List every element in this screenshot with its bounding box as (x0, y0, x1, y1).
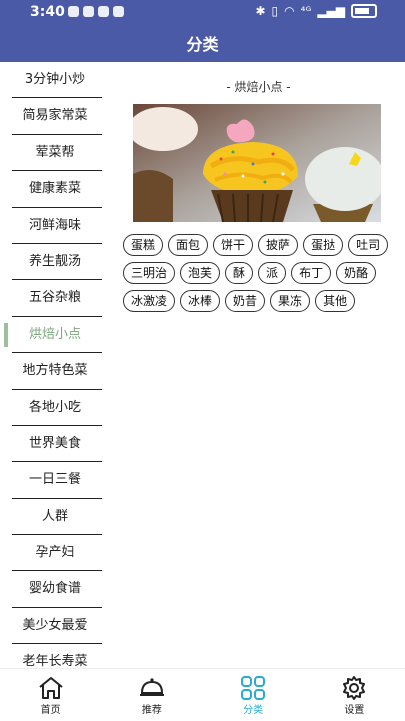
sidebar-item[interactable]: 美少女最爱 (0, 608, 110, 645)
page-title: 分类 (186, 35, 219, 54)
grid-icon (238, 675, 268, 701)
category-content: - 烘焙小点 - 蛋糕 面包 饼干 披萨 蛋挞 吐司 三明治 泡芙 酥 派 布丁… (112, 62, 405, 668)
section-title: - 烘焙小点 - (226, 80, 291, 94)
sidebar-item[interactable]: 世界美食 (0, 426, 110, 463)
nav-category[interactable]: 分类 (203, 669, 304, 721)
cupcake-illustration (133, 104, 381, 222)
gear-icon (339, 675, 369, 701)
sidebar-item[interactable]: 烘焙小点 (0, 317, 110, 354)
status-time: 3:40 (30, 4, 65, 20)
system-icons: ✱ ▯ ◠ ⁴ᴳ ▂▄▆ (255, 4, 377, 18)
sidebar-item[interactable]: 孕产妇 (0, 535, 110, 572)
sidebar-item[interactable]: 3分钟小炒 (0, 62, 110, 99)
sidebar-item[interactable]: 一日三餐 (0, 462, 110, 500)
subcategory-tag[interactable]: 蛋糕 (123, 234, 164, 256)
nav-recommend[interactable]: 推荐 (101, 669, 202, 721)
nav-recommend-label: 推荐 (141, 705, 162, 716)
sidebar-item[interactable]: 健康素菜 (0, 171, 110, 208)
sidebar-item[interactable]: 各地小吃 (0, 390, 110, 427)
category-sidebar[interactable]: 3分钟小炒 简易家常菜 荤菜帮 健康素菜 河鲜海味 养生靓汤 五谷杂粮 烘焙小点 地方特色菜 各地… (0, 62, 110, 668)
nav-settings-label: 设置 (344, 705, 365, 716)
sidebar-item[interactable]: 五谷杂粮 (0, 280, 110, 318)
notification-icons (68, 6, 124, 17)
bluetooth-icon: ✱ (255, 4, 266, 18)
cloche-icon (137, 675, 167, 701)
signal-icon: ▂▄▆ (317, 4, 345, 18)
nav-home[interactable]: 首页 (0, 669, 101, 721)
subcategory-tag[interactable]: 酥 (225, 262, 254, 284)
top-app-bar: 3:40 ✱ ▯ ◠ ⁴ᴳ ▂▄▆ 分类 (0, 0, 405, 62)
subcategory-tag[interactable]: 奶昔 (225, 290, 266, 312)
subcategory-tag[interactable]: 其他 (315, 290, 356, 312)
subcategory-tag[interactable]: 派 (258, 262, 287, 284)
home-icon (36, 675, 66, 701)
wifi-icon: ◠ (284, 4, 295, 18)
sidebar-item[interactable]: 人群 (0, 499, 110, 536)
notification-icon (68, 6, 79, 17)
sidebar-item[interactable]: 荤菜帮 (0, 135, 110, 172)
subcategory-tag[interactable]: 面包 (168, 234, 209, 256)
subcategory-tag[interactable]: 吐司 (348, 234, 389, 256)
sidebar-item[interactable]: 河鲜海味 (0, 208, 110, 245)
sidebar-item[interactable]: 地方特色菜 (0, 353, 110, 390)
vibrate-icon: ▯ (271, 4, 279, 18)
subcategory-tag[interactable]: 冰棒 (180, 290, 221, 312)
subcategory-tag[interactable]: 奶酪 (336, 262, 377, 284)
subcategory-tag[interactable]: 三明治 (123, 262, 176, 284)
subcategory-tag[interactable]: 布丁 (291, 262, 332, 284)
nav-home-label: 首页 (40, 705, 61, 716)
cloud-icon (83, 6, 94, 17)
sidebar-item[interactable]: 养生靓汤 (0, 244, 110, 281)
subcategory-tag[interactable]: 冰激凌 (123, 290, 176, 312)
subcategory-tags: 蛋糕 面包 饼干 披萨 蛋挞 吐司三明治 泡芙酥派布丁 奶酪冰激凌 冰棒 奶昔 果冻 其他 (123, 234, 393, 312)
browser-icon (113, 6, 124, 17)
subcategory-tag[interactable]: 果冻 (270, 290, 311, 312)
subcategory-tag[interactable]: 饼干 (213, 234, 254, 256)
sidebar-item[interactable]: 婴幼食谱 (0, 571, 110, 609)
network-type: ⁴ᴳ (300, 4, 312, 18)
bottom-navigation: 首页 推荐 分类 设置 (0, 668, 405, 721)
sidebar-item[interactable]: 老年长寿菜 (0, 644, 110, 668)
status-bar: 3:40 ✱ ▯ ◠ ⁴ᴳ ▂▄▆ (0, 0, 405, 24)
nav-settings[interactable]: 设置 (304, 669, 405, 721)
subcategory-tag[interactable]: 披萨 (258, 234, 299, 256)
battery-icon (351, 4, 377, 18)
nav-category-label: 分类 (243, 705, 264, 716)
category-banner-image (133, 104, 381, 222)
subcategory-tag[interactable]: 泡芙 (180, 262, 221, 284)
search-app-icon (98, 6, 109, 17)
sidebar-item[interactable]: 简易家常菜 (0, 98, 110, 136)
subcategory-tag[interactable]: 蛋挞 (303, 234, 344, 256)
